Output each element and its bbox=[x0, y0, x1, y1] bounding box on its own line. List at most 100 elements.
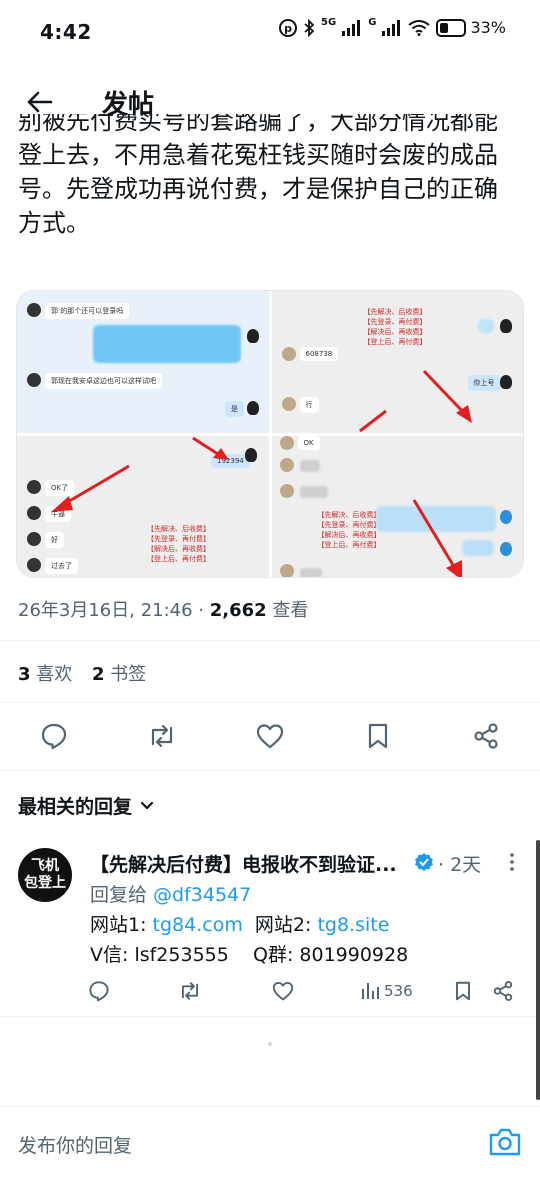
post-media-grid: 郭 的那个还可以登录吗 郭现在我安卓这边也可以这样试吧 是 【先解决、后收费】 … bbox=[16, 290, 524, 578]
bookmarks-label: 书签 bbox=[110, 664, 147, 685]
reply-views-button[interactable]: 536 bbox=[360, 978, 413, 1004]
blurred-message bbox=[299, 459, 320, 472]
red-arrow bbox=[422, 369, 472, 423]
comment-icon bbox=[41, 723, 67, 750]
site2-label: 网站2: bbox=[242, 914, 318, 936]
more-options-icon[interactable] bbox=[502, 850, 522, 874]
site1-link[interactable]: tg84.com bbox=[153, 914, 243, 936]
view-count: 2,662 bbox=[209, 600, 267, 621]
loading-indicator bbox=[268, 1042, 272, 1046]
view-label: 查看 bbox=[266, 600, 309, 621]
reply-contact-line: V信: lsf253555 Q群: 801990928 bbox=[90, 944, 409, 966]
annotation-note: 【解决后、再收费】 bbox=[147, 544, 210, 553]
reply-to-handle-link[interactable]: @df34547 bbox=[153, 884, 251, 906]
reply-bookmark-button[interactable] bbox=[454, 978, 472, 1004]
divider bbox=[0, 1016, 540, 1017]
avatar-text-2: 包登上 bbox=[24, 875, 66, 891]
reply-avatar[interactable]: 飞机 包登上 bbox=[18, 848, 72, 902]
annotation-note: 【登上后、再付费】 bbox=[317, 540, 381, 549]
blurred-message bbox=[299, 485, 328, 498]
divider bbox=[0, 770, 540, 771]
site2-link[interactable]: tg8.site bbox=[317, 914, 389, 936]
battery-percent: 33% bbox=[470, 18, 506, 37]
pinterest-icon: p bbox=[279, 18, 298, 37]
analytics-icon bbox=[362, 983, 379, 999]
post-line-4: 方式。 bbox=[18, 209, 90, 237]
media-image-2[interactable]: 【先解决、后收费】 【先登录、再付费】 【解决后、再收费】 【登上后、再付费】 … bbox=[271, 291, 523, 433]
chat-avatar bbox=[27, 557, 41, 572]
replies-section-title: 最相关的回复 bbox=[18, 796, 133, 818]
likes-stat[interactable]: 3 喜欢 bbox=[18, 664, 72, 685]
chat-avatar bbox=[27, 479, 41, 494]
reply-input-placeholder[interactable]: 发布你的回复 bbox=[18, 1131, 132, 1158]
reply-view-count: 536 bbox=[384, 982, 413, 1000]
likes-label: 喜欢 bbox=[36, 664, 73, 685]
qq-avatar bbox=[499, 375, 512, 389]
scrollbar-thumb[interactable] bbox=[536, 840, 540, 1100]
chat-message: 过去了 bbox=[45, 557, 78, 574]
heart-icon bbox=[256, 724, 284, 749]
qq-avatar bbox=[247, 329, 259, 343]
red-arrow bbox=[51, 464, 130, 512]
post-text: 别被先付费买号的套路骗了，大部分情况都能 登上去，不用急着花冤枉钱买随时会废的成… bbox=[18, 114, 524, 270]
repost-button[interactable] bbox=[142, 716, 182, 756]
chat-avatar bbox=[27, 505, 41, 520]
blurred-message bbox=[93, 325, 241, 363]
chat-message: 好 bbox=[45, 531, 64, 548]
repost-icon bbox=[181, 982, 199, 1000]
red-arrow bbox=[358, 409, 387, 433]
reply-author-name[interactable]: 【先解决后付费】电报收不到验证... bbox=[90, 850, 410, 877]
reply-like-button[interactable] bbox=[272, 978, 294, 1004]
reply-repost-button[interactable] bbox=[178, 978, 202, 1004]
avatar-text-1: 飞机 bbox=[31, 858, 59, 874]
annotation-note: 【先登录、再付费】 bbox=[147, 534, 210, 543]
reply-share-button[interactable] bbox=[492, 978, 514, 1004]
annotation-note: 【先解决、后收费】 bbox=[147, 524, 210, 533]
share-icon bbox=[474, 723, 498, 749]
qq-avatar bbox=[499, 319, 512, 333]
reply-to-line: 回复给 @df34547 bbox=[90, 880, 251, 907]
verified-badge-icon bbox=[415, 853, 433, 871]
status-bar: 4:42 p 5G G 33% bbox=[0, 0, 540, 64]
svg-text:p: p bbox=[284, 22, 292, 35]
divider bbox=[0, 702, 540, 703]
chat-avatar bbox=[281, 397, 296, 411]
reply-reply-button[interactable] bbox=[88, 978, 110, 1004]
likes-count: 3 bbox=[18, 664, 31, 685]
annotation-note: 【先解决、后收费】 bbox=[363, 308, 427, 316]
bookmarks-stat[interactable]: 2 书签 bbox=[92, 664, 146, 685]
battery-icon bbox=[436, 18, 467, 37]
bookmark-icon bbox=[456, 981, 470, 1001]
reply-body: 网站1: tg84.com 网站2: tg8.site V信: lsf25355… bbox=[90, 910, 408, 970]
reply-composer[interactable]: 发布你的回复 bbox=[0, 1106, 540, 1200]
chat-avatar bbox=[279, 563, 294, 577]
chat-avatar bbox=[27, 303, 41, 317]
divider bbox=[0, 640, 540, 641]
camera-icon[interactable] bbox=[488, 1127, 522, 1157]
reply-time: · 2天 bbox=[438, 854, 482, 876]
share-icon bbox=[493, 981, 513, 1001]
chat-avatar bbox=[279, 483, 294, 498]
bookmark-button[interactable] bbox=[358, 716, 398, 756]
chat-reply: 是 bbox=[225, 401, 244, 417]
media-image-1[interactable]: 郭 的那个还可以登录吗 郭现在我安卓这边也可以这样试吧 是 bbox=[17, 291, 269, 433]
media-image-3[interactable]: 192394 OK了 牛逼 好 过去了 【先解决、后收费】 【先登录、再付费】 … bbox=[17, 435, 269, 577]
engagement-counts: 3 喜欢 2 书签 bbox=[18, 660, 146, 686]
repost-icon bbox=[151, 724, 173, 748]
wifi-icon bbox=[408, 19, 431, 36]
status-icons: p 5G G 33% bbox=[279, 17, 506, 37]
post-line-3: 号。先登成功再说付费，才是保护自己的正确 bbox=[18, 175, 498, 203]
annotation-note: 【先解决、后收费】 bbox=[317, 510, 381, 519]
comment-icon bbox=[89, 981, 109, 1002]
replies-sort-dropdown[interactable]: 最相关的回复 bbox=[18, 792, 154, 819]
media-image-4[interactable]: OK 【先解决、后收费】 【先登录、再付费】 【解决后、再收费】 【登上后、再付… bbox=[271, 435, 523, 577]
reply-button[interactable] bbox=[34, 716, 74, 756]
like-button[interactable] bbox=[250, 716, 290, 756]
chat-message: 行 bbox=[299, 397, 319, 413]
red-arrow bbox=[412, 498, 462, 577]
heart-icon bbox=[272, 982, 294, 1001]
qq-avatar bbox=[499, 541, 512, 556]
blurred-message bbox=[299, 567, 322, 577]
annotation-note: 【登上后、再付费】 bbox=[363, 338, 427, 346]
share-button[interactable] bbox=[466, 716, 506, 756]
